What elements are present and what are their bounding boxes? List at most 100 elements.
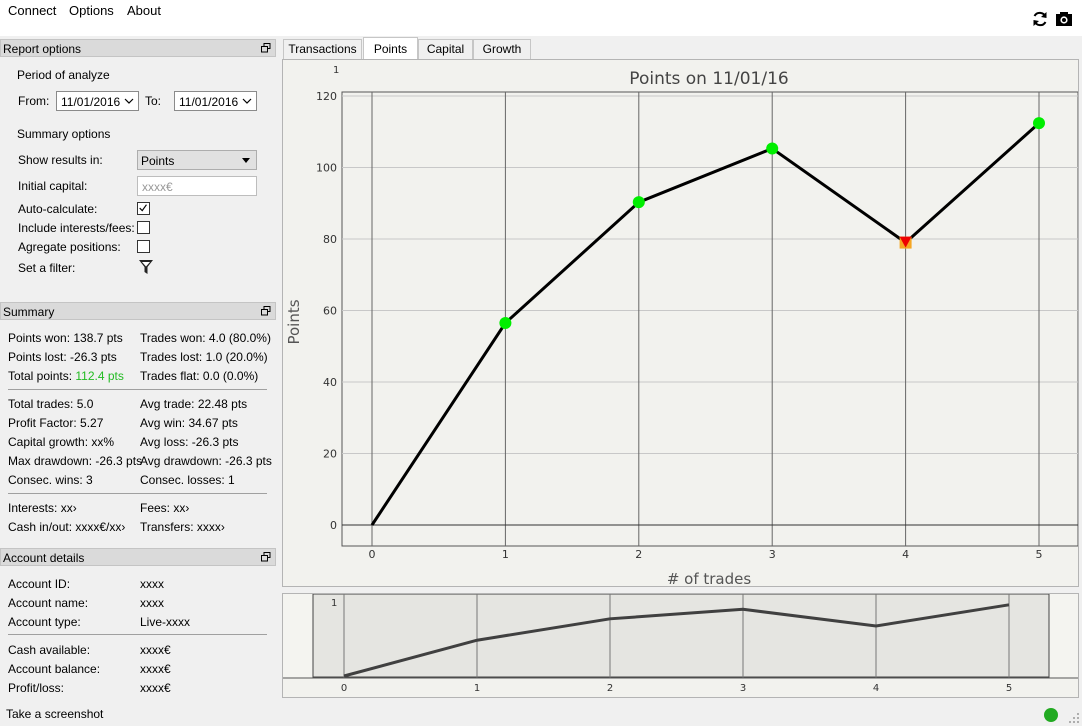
overview-x-tick-label: 4 [873, 683, 879, 694]
overview-x-tick-label: 5 [1006, 683, 1012, 694]
overview-chart-frame: 1 0 1 2 3 4 5 [282, 593, 1079, 698]
tab-capital[interactable]: Capital [418, 39, 473, 59]
menu-connect[interactable]: Connect [8, 3, 56, 18]
win-point [499, 317, 512, 330]
initial-capital-label: Initial capital: [18, 179, 88, 193]
from-date-value: 11/01/2016 [61, 95, 121, 109]
divider [8, 493, 267, 494]
include-fees-label: Include interests/fees: [18, 221, 135, 235]
y-tick-label: 100 [316, 162, 337, 175]
win-point [766, 142, 779, 155]
avg-drawdown: Avg drawdown: -26.3 pts [140, 454, 272, 468]
chart-corner-label: 1 [333, 65, 339, 76]
profit-loss-value: xxxx€ [140, 681, 171, 695]
aggregate-checkbox[interactable] [137, 240, 150, 253]
overview-corner-label: 1 [331, 598, 337, 609]
show-results-label: Show results in: [18, 153, 103, 167]
show-results-value: Points [141, 154, 175, 168]
tab-transactions[interactable]: Transactions [283, 39, 362, 59]
main-chart-frame: Points on 11/01/16 1 0 20 40 60 80 100 120 0 1 2 3… [282, 59, 1079, 587]
account-type-value: Live-xxxx [140, 615, 191, 629]
summary-title: Summary [3, 305, 55, 319]
include-fees-checkbox[interactable] [137, 221, 150, 234]
cash-available-value: xxxx€ [140, 643, 171, 657]
tab-points[interactable]: Points [363, 37, 418, 59]
chevron-down-icon[interactable] [242, 97, 252, 105]
divider [8, 634, 267, 635]
show-results-select[interactable]: Points [137, 150, 257, 170]
x-tick-label: 5 [1036, 548, 1043, 561]
profit-factor: Profit Factor: 5.27 [8, 416, 104, 430]
to-date-value: 11/01/2016 [179, 95, 239, 109]
total-trades: Total trades: 5.0 [8, 397, 94, 411]
capital-growth: Capital growth: xx% [8, 435, 115, 449]
trades-flat: Trades flat: 0.0 (0.0%) [140, 369, 259, 383]
account-header: Account details [0, 548, 276, 566]
filter-icon[interactable] [138, 259, 154, 275]
consec-wins: Consec. wins: 3 [8, 473, 93, 487]
overview-selection[interactable] [312, 594, 1050, 678]
points-chart[interactable]: Points on 11/01/16 1 0 20 40 60 80 100 120 0 1 2 3… [283, 60, 1078, 586]
filter-label: Set a filter: [18, 261, 76, 275]
menu-bar: Connect Options About [0, 0, 1082, 36]
y-tick-label: 40 [323, 376, 337, 389]
camera-icon[interactable] [1055, 10, 1073, 28]
overview-chart[interactable]: 1 0 1 2 3 4 5 [283, 594, 1078, 697]
y-tick-label: 120 [316, 90, 337, 103]
account-balance-label: Account balance: [8, 662, 101, 676]
check-icon [139, 204, 147, 212]
total-points-value: 112.4 pts [75, 369, 124, 383]
float-panel-icon[interactable] [261, 43, 271, 53]
account-balance-value: xxxx€ [140, 662, 171, 676]
aggregate-label: Agregate positions: [18, 240, 121, 254]
from-date-picker[interactable]: 11/01/2016 [56, 91, 139, 111]
win-point [1033, 117, 1045, 130]
to-label: To: [145, 94, 162, 108]
status-bar: Take a screenshot [0, 704, 1082, 726]
fees: Fees: xx› [140, 501, 190, 515]
summary-options-label: Summary options [17, 127, 111, 141]
float-panel-icon[interactable] [261, 552, 271, 562]
cash-inout: Cash in/out: xxxx€/xx› [8, 520, 126, 534]
win-point [632, 196, 645, 209]
status-text: Take a screenshot [6, 707, 104, 721]
total-points-label: Total points: [8, 369, 73, 383]
avg-win: Avg win: 34.67 pts [140, 416, 238, 430]
auto-calc-checkbox[interactable] [137, 202, 150, 215]
account-id-label: Account ID: [8, 577, 71, 591]
chart-title: Points on 11/01/16 [629, 69, 788, 89]
initial-capital-input[interactable]: xxxx€ [137, 176, 257, 196]
overview-x-tick-label: 1 [474, 683, 480, 694]
to-date-picker[interactable]: 11/01/2016 [174, 91, 257, 111]
trades-won: Trades won: 4.0 (80.0%) [140, 331, 271, 345]
avg-trade: Avg trade: 22.48 pts [140, 397, 248, 411]
account-id-value: xxxx [140, 577, 164, 591]
tab-growth[interactable]: Growth [473, 39, 531, 59]
y-tick-label: 20 [323, 448, 337, 461]
divider [8, 389, 267, 390]
trades-lost: Trades lost: 1.0 (20.0%) [140, 350, 268, 364]
summary-header: Summary [0, 302, 276, 320]
y-tick-label: 80 [323, 233, 337, 246]
series-line [370, 122, 1041, 526]
menu-options[interactable]: Options [69, 3, 114, 18]
float-panel-icon[interactable] [261, 306, 271, 316]
points-lost: Points lost: -26.3 pts [8, 350, 117, 364]
overview-x-tick-label: 3 [740, 683, 746, 694]
menu-about[interactable]: About [127, 3, 161, 18]
refresh-icon[interactable] [1031, 10, 1049, 28]
cash-available-label: Cash available: [8, 643, 91, 657]
report-options-title: Report options [3, 42, 82, 56]
points-won: Points won: 138.7 pts [8, 331, 123, 345]
interests: Interests: xx› [8, 501, 77, 515]
from-label: From: [18, 94, 50, 108]
account-name-label: Account name: [8, 596, 89, 610]
avg-loss: Avg loss: -26.3 pts [140, 435, 239, 449]
consec-losses: Consec. losses: 1 [140, 473, 235, 487]
chevron-down-icon[interactable] [124, 97, 134, 105]
total-points: Total points: 112.4 pts [8, 369, 124, 383]
account-title: Account details [3, 551, 85, 565]
account-name-value: xxxx [140, 596, 164, 610]
account-type-label: Account type: [8, 615, 81, 629]
resize-grip-icon[interactable] [1068, 712, 1080, 724]
